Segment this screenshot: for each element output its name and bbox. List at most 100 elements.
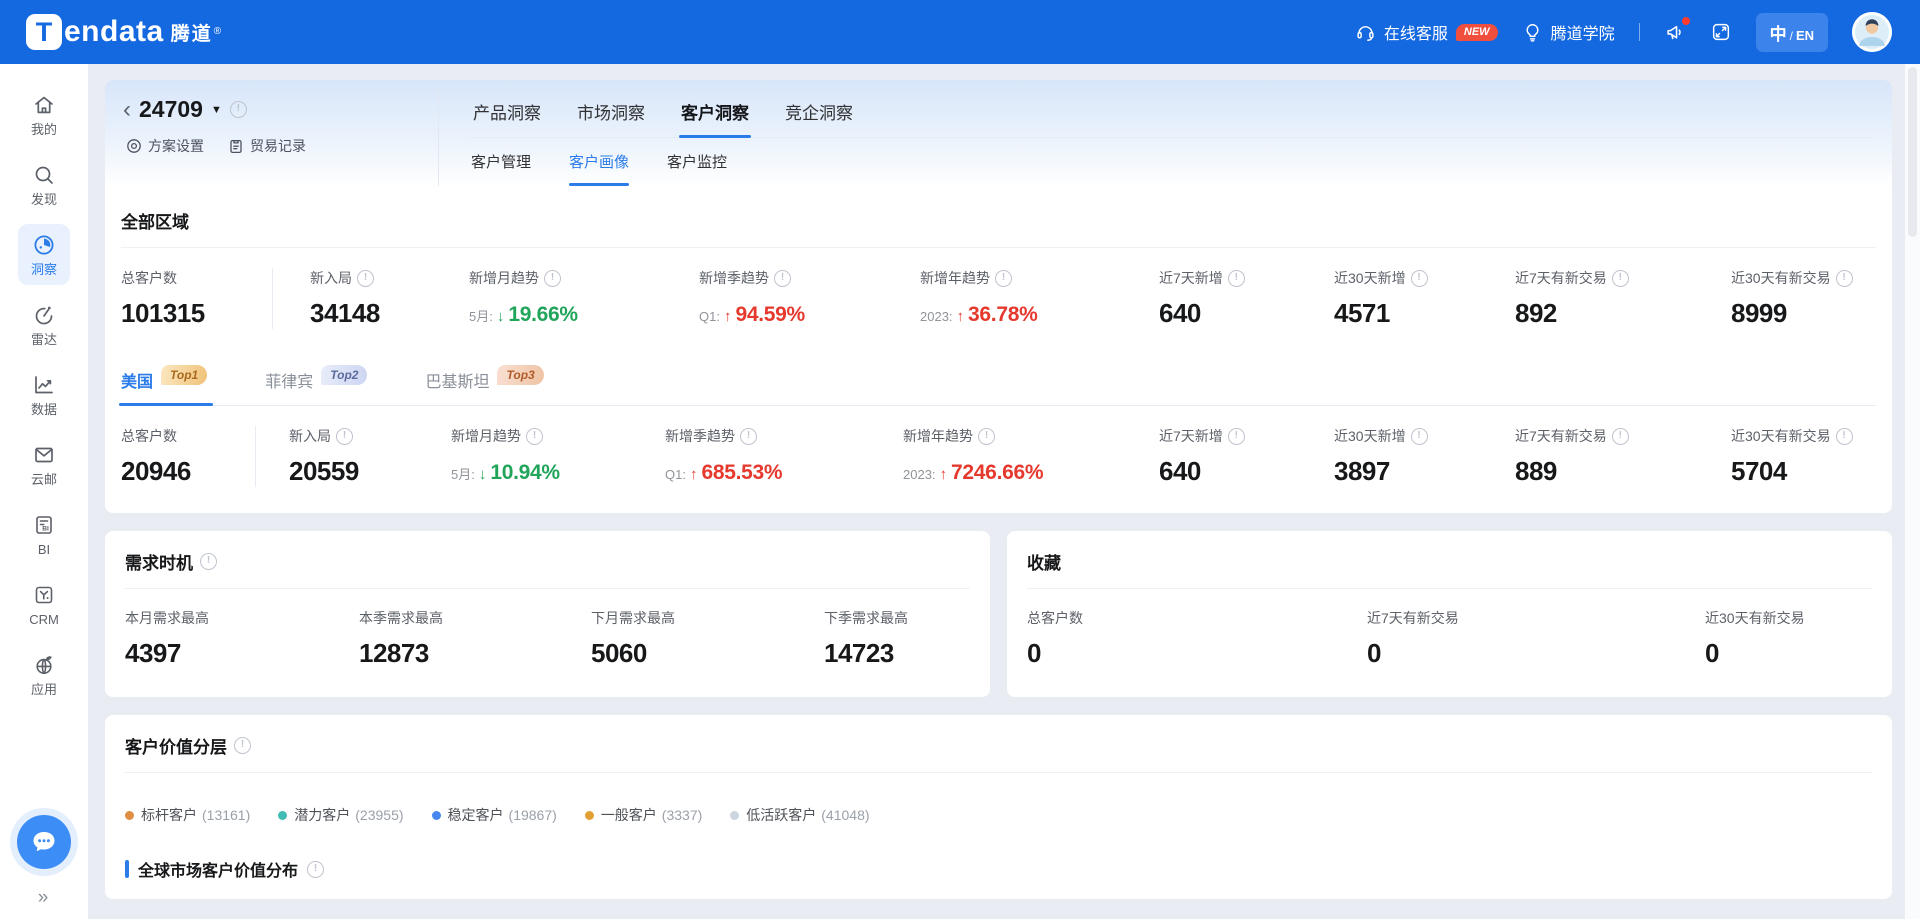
stat-label-row: 新入局: [289, 426, 451, 446]
scrollbar-thumb[interactable]: [1908, 67, 1917, 237]
dropdown-caret-icon[interactable]: ▼: [211, 104, 222, 116]
info-icon[interactable]: [336, 428, 353, 445]
info-icon[interactable]: [234, 737, 251, 754]
legend-count: (3337): [662, 807, 702, 823]
info-icon[interactable]: [307, 861, 324, 878]
subtab-customer-profile[interactable]: 客户画像: [569, 151, 629, 186]
tab-product-insight[interactable]: 产品洞察: [471, 90, 543, 137]
sidebar-label: 发现: [31, 193, 57, 206]
sidebar-item-radar[interactable]: 雷达: [18, 294, 70, 355]
stat-value: 34148: [310, 298, 469, 329]
language-switch[interactable]: 中 / EN: [1756, 13, 1828, 52]
back-chevron-icon[interactable]: ‹: [123, 100, 131, 120]
demand-stats-row: 本月需求最高 4397 本季需求最高 12873 下月需求最高 5060 下季需…: [125, 589, 970, 693]
plan-id[interactable]: 24709: [139, 96, 203, 123]
sidebar-item-mine[interactable]: 我的: [18, 84, 70, 145]
home-icon: [32, 93, 56, 117]
clipboard-icon: [228, 138, 244, 154]
plan-block: ‹ 24709 ▼ 方案设置: [121, 90, 439, 186]
legend-item[interactable]: 低活跃客户 (41048): [730, 805, 869, 825]
stat-item: 近7天有新交易 0: [1367, 608, 1705, 669]
legend-count: (13161): [202, 807, 250, 823]
fullscreen-icon: [1710, 21, 1732, 43]
sidebar-item-data[interactable]: 数据: [18, 364, 70, 425]
announcement-button[interactable]: [1664, 21, 1686, 43]
info-icon[interactable]: [1228, 428, 1245, 445]
sidebar-item-bi[interactable]: BI BI: [19, 504, 69, 565]
sidebar-item-insight[interactable]: 洞察: [18, 224, 70, 285]
legend-item[interactable]: 标杆客户 (13161): [125, 805, 250, 825]
info-icon[interactable]: [200, 553, 217, 570]
stat-trend: 2023: ↑ 36.78%: [920, 303, 1159, 327]
tendata-logo[interactable]: T endata 腾道 ®: [26, 14, 221, 50]
stat-item: 近30天有新交易 0: [1705, 608, 1872, 669]
country-tab[interactable]: 巴基斯坦 Top3: [425, 355, 543, 405]
legend-item[interactable]: 稳定客户 (19867): [432, 805, 557, 825]
info-icon[interactable]: [1836, 270, 1853, 287]
info-icon[interactable]: [1411, 270, 1428, 287]
info-icon[interactable]: [1228, 270, 1245, 287]
country-tab[interactable]: 菲律宾 Top2: [265, 355, 367, 405]
stat-label: 新入局: [310, 268, 352, 288]
tab-customer-insight[interactable]: 客户洞察: [679, 90, 751, 137]
info-icon[interactable]: [526, 428, 543, 445]
sidebar-item-crm[interactable]: CRM: [16, 574, 72, 635]
plan-header: ‹ 24709 ▼ 方案设置: [105, 80, 1892, 186]
sidebar-item-mail[interactable]: 云邮: [18, 434, 70, 495]
legend-label: 低活跃客户: [746, 805, 816, 825]
stat-label: 新增月趋势: [469, 268, 539, 288]
stat-item: 总客户数 20946: [121, 426, 256, 487]
plan-settings-button[interactable]: 方案设置: [126, 136, 204, 156]
info-icon[interactable]: [357, 270, 374, 287]
sidebar-label: 我的: [31, 123, 57, 136]
stat-value: 640: [1159, 298, 1334, 329]
tab-market-insight[interactable]: 市场洞察: [575, 90, 647, 137]
info-icon[interactable]: [774, 270, 791, 287]
overview-stats-row: 总客户数 101315 新入局 34148 新增月趋势 5月: ↓ 19.66%…: [121, 248, 1876, 355]
subtab-customer-monitor[interactable]: 客户监控: [667, 151, 727, 186]
stat-value: 4571: [1334, 298, 1515, 329]
info-icon[interactable]: [1411, 428, 1428, 445]
stat-value: 5704: [1731, 456, 1876, 487]
stat-item: 近30天新增 4571: [1334, 268, 1515, 329]
global-distribution-title: 全球市场客户价值分布: [138, 857, 298, 881]
user-avatar[interactable]: [1852, 12, 1892, 52]
online-service-button[interactable]: 在线客服 NEW: [1355, 20, 1498, 44]
stat-item: 下月需求最高 5060: [591, 608, 824, 669]
sidebar-item-discover[interactable]: 发现: [18, 154, 70, 215]
academy-button[interactable]: 腾道学院: [1522, 20, 1615, 44]
legend-item[interactable]: 潜力客户 (23955): [278, 805, 403, 825]
info-icon[interactable]: [544, 270, 561, 287]
info-icon[interactable]: [1612, 428, 1629, 445]
mail-icon: [32, 443, 56, 467]
tab-competitor-insight[interactable]: 竞企洞察: [783, 90, 855, 137]
subtab-customer-management[interactable]: 客户管理: [471, 151, 531, 186]
chat-button[interactable]: [17, 815, 71, 869]
stat-item: 本季需求最高 12873: [359, 608, 591, 669]
stat-label-row: 本季需求最高: [359, 608, 591, 628]
stat-label-row: 近7天有新交易: [1367, 608, 1705, 628]
info-icon[interactable]: [995, 270, 1012, 287]
stat-label: 新增年趋势: [920, 268, 990, 288]
stat-trend: Q1: ↑ 685.53%: [665, 461, 903, 485]
sidebar-item-apps[interactable]: 应用: [18, 644, 70, 705]
trend-arrow-icon: ↑: [724, 308, 732, 325]
stat-label-row: 新增月趋势: [469, 268, 699, 288]
stat-item: 近7天有新交易 889: [1515, 426, 1731, 487]
fullscreen-button[interactable]: [1710, 21, 1732, 43]
stat-item: 新增月趋势 5月: ↓ 19.66%: [469, 268, 699, 329]
collapse-sidebar-button[interactable]: »: [38, 887, 51, 909]
info-icon[interactable]: [1612, 270, 1629, 287]
page-scrollbar[interactable]: [1905, 64, 1920, 919]
lang-separator: /: [1790, 29, 1793, 43]
stat-trend: 5月: ↓ 10.94%: [451, 461, 665, 485]
country-tab[interactable]: 美国 Top1: [121, 355, 207, 405]
legend-item[interactable]: 一般客户 (3337): [585, 805, 702, 825]
trend-period: Q1:: [665, 467, 686, 482]
stat-item: 总客户数 101315: [121, 268, 273, 329]
info-icon[interactable]: [978, 428, 995, 445]
trade-records-button[interactable]: 贸易记录: [228, 136, 306, 156]
info-icon[interactable]: [740, 428, 757, 445]
info-icon[interactable]: [230, 101, 247, 118]
info-icon[interactable]: [1836, 428, 1853, 445]
